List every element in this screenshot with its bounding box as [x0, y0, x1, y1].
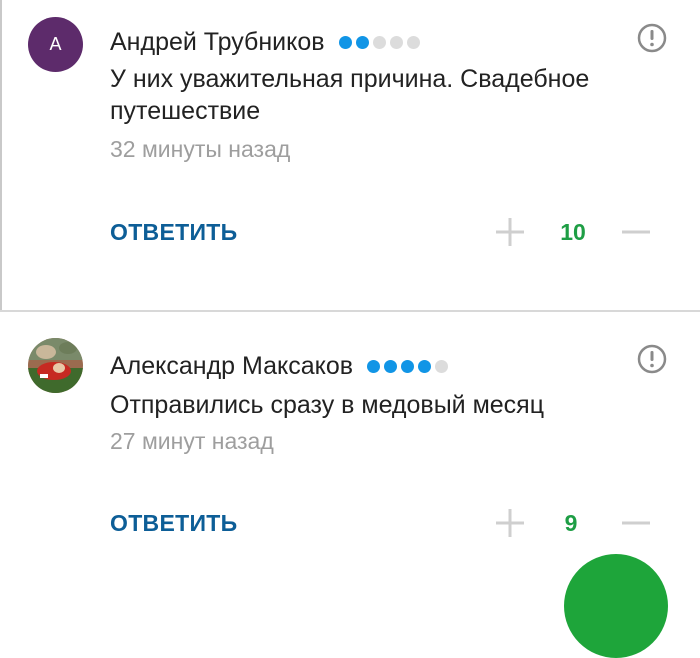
rating-dots	[338, 36, 420, 49]
avatar[interactable]	[28, 338, 83, 393]
minus-icon[interactable]	[620, 507, 652, 539]
comment-item: Александр Максаков Отправились сразу в м…	[0, 312, 700, 592]
reply-button[interactable]: ОТВЕТИТЬ	[110, 219, 237, 246]
floating-action-button[interactable]	[564, 554, 668, 658]
avatar-letter: А	[49, 34, 62, 54]
user-photo-icon	[28, 338, 83, 393]
plus-icon[interactable]	[494, 507, 526, 539]
comment-time: 32 минуты назад	[110, 136, 291, 162]
rating-dot-filled	[401, 360, 415, 373]
comment-text: Отправились сразу в медовый месяц	[110, 391, 545, 419]
comment-author[interactable]: Андрей Трубников	[110, 28, 420, 57]
rating-dot-empty	[372, 36, 386, 49]
vote-count: 9	[564, 510, 578, 536]
report-icon[interactable]	[637, 23, 667, 53]
rating-dot-filled	[355, 36, 369, 49]
comment-author[interactable]: Александр Максаков	[110, 352, 449, 381]
rating-dot-filled	[418, 360, 432, 373]
rating-dots	[367, 360, 449, 373]
minus-icon[interactable]	[620, 216, 652, 248]
author-name: Александр Максаков	[110, 352, 354, 380]
report-icon[interactable]	[637, 344, 667, 374]
vote-count: 10	[560, 219, 586, 245]
rating-dot-filled	[367, 360, 381, 373]
rating-dot-filled	[338, 36, 352, 49]
comment-time: 27 минут назад	[110, 428, 274, 454]
plus-icon[interactable]	[494, 216, 526, 248]
comment-item: А Андрей Трубников У них уважительная пр…	[0, 0, 700, 310]
author-name: Андрей Трубников	[110, 28, 325, 56]
rating-dot-empty	[435, 360, 449, 373]
left-border	[0, 0, 2, 310]
rating-dot-empty	[389, 36, 403, 49]
comment-text: У них уважительная причина. Свадебное пу…	[110, 65, 590, 125]
avatar[interactable]: А	[28, 17, 83, 72]
reply-button[interactable]: ОТВЕТИТЬ	[110, 510, 237, 537]
rating-dot-empty	[406, 36, 420, 49]
rating-dot-filled	[384, 360, 398, 373]
